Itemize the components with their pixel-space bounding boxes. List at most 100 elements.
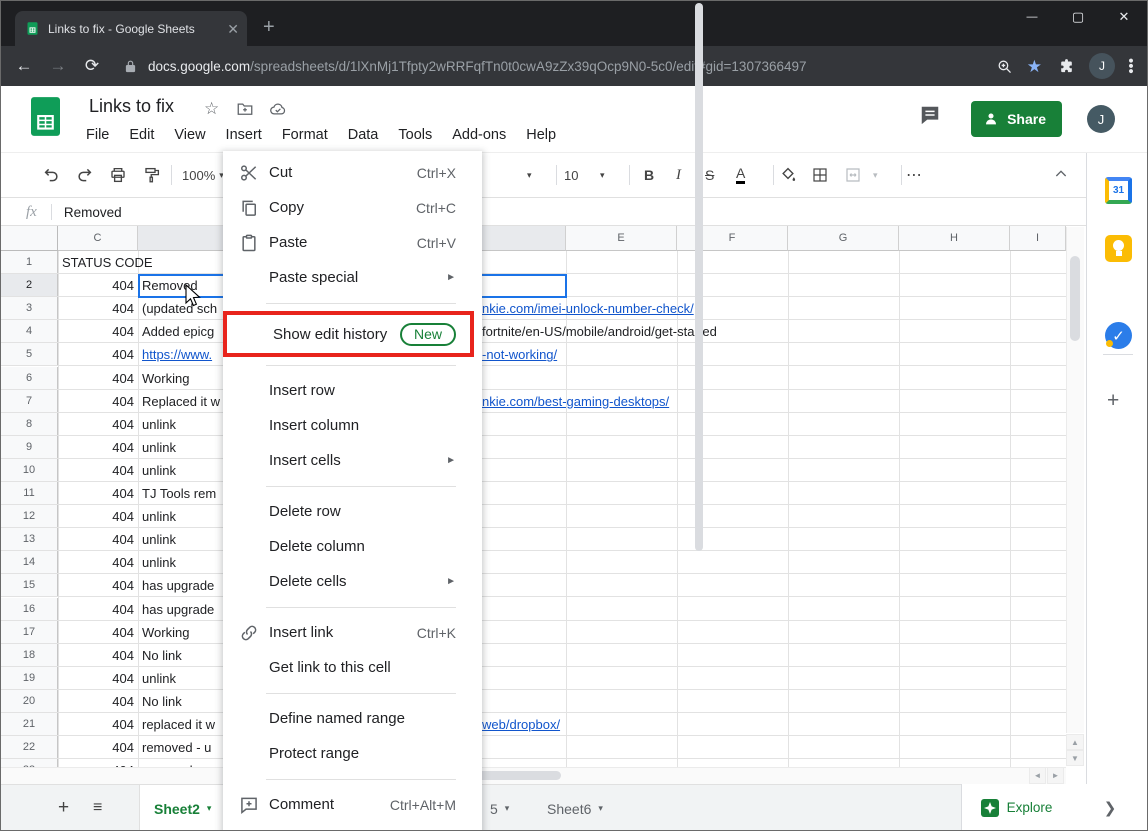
menu-item-insert-column[interactable]: Insert column [223,408,482,443]
row-header-2[interactable]: 2 [1,274,58,296]
grid-row-3[interactable]: 3404(updated sch nkie.com/imei-unlock-num… [1,297,1066,320]
undo-icon[interactable] [43,166,61,184]
row-header-19[interactable]: 19 [1,667,58,689]
grid-row-7[interactable]: 7404Replaced it wnkie.com/best-gaming-de… [1,390,1066,413]
column-header-E[interactable]: E [566,226,677,251]
italic-button[interactable]: I [676,167,681,184]
row-header-15[interactable]: 15 [1,574,58,596]
extensions-puzzle-icon[interactable] [1058,58,1075,75]
menu-item-copy[interactable]: CopyCtrl+C [223,190,482,225]
cell-D19[interactable]: unlink [142,667,176,689]
grid-row-22[interactable]: 22404removed - u [1,736,1066,759]
sheets-logo[interactable] [31,97,60,136]
paint-format-icon[interactable] [143,166,161,184]
column-header-G[interactable]: G [788,226,899,251]
cell-D21[interactable]: replaced it w [142,713,215,735]
cell-D21-overflow[interactable]: web/dropbox/ [482,713,560,735]
menubar-item-help[interactable]: Help [526,127,556,143]
share-button[interactable]: Share [971,101,1062,137]
cell-C13[interactable]: 404 [58,528,138,550]
sheet-tab-partial[interactable]: 5 ▾ [476,785,523,831]
cell-D17[interactable]: Working [142,621,189,643]
merge-cells-icon[interactable] [844,166,862,184]
cell-C20[interactable]: 404 [58,690,138,712]
vertical-scrollbar-thumb[interactable] [1070,256,1080,341]
strikethrough-button[interactable]: S [705,167,714,183]
cell-C15[interactable]: 404 [58,574,138,596]
row-header-6[interactable]: 6 [1,367,58,389]
menubar-item-edit[interactable]: Edit [129,127,154,143]
cell-C21[interactable]: 404 [58,713,138,735]
column-header-H[interactable]: H [899,226,1010,251]
zoom-page-icon[interactable] [996,58,1013,75]
cell-D14[interactable]: unlink [142,551,176,573]
add-addon-icon[interactable]: + [1107,389,1119,413]
redo-icon[interactable] [75,166,93,184]
row-header-1[interactable]: 1 [1,251,58,273]
menu-item-get-link-to-this-cell[interactable]: Get link to this cell [223,650,482,685]
explore-button[interactable]: Explore [961,784,1071,831]
menu-item-paste[interactable]: PasteCtrl+V [223,225,482,260]
cell-C3[interactable]: 404 [58,297,138,319]
cell-D20[interactable]: No link [142,690,182,712]
context-menu-scrollbar[interactable] [695,3,703,551]
menu-item-insert-link[interactable]: Insert linkCtrl+K [223,615,482,650]
cell-C1[interactable]: STATUS CODE [58,251,157,273]
grid-row-12[interactable]: 12404unlink [1,505,1066,528]
row-header-17[interactable]: 17 [1,621,58,643]
row-header-9[interactable]: 9 [1,436,58,458]
browser-tab[interactable]: Links to fix - Google Sheets ✕ [15,11,247,46]
row-header-3[interactable]: 3 [1,297,58,319]
cell-D23[interactable]: removed - u [142,759,211,767]
grid-row-16[interactable]: 16404has upgrade [1,598,1066,621]
grid-row-13[interactable]: 13404unlink [1,528,1066,551]
row-header-20[interactable]: 20 [1,690,58,712]
row-header-21[interactable]: 21 [1,713,58,735]
menu-item-delete-column[interactable]: Delete column [223,529,482,564]
new-tab-button[interactable]: + [263,17,275,37]
text-color-button[interactable]: A [736,166,745,184]
cell-D3-overflow[interactable]: nkie.com/imei-unlock-number-check/ [482,297,694,319]
menu-item-delete-row[interactable]: Delete row [223,494,482,529]
grid-row-19[interactable]: 19404unlink [1,667,1066,690]
cell-D12[interactable]: unlink [142,505,176,527]
cell-D4[interactable]: Added epicg [142,320,214,342]
cell-D18[interactable]: No link [142,644,182,666]
cell-C19[interactable]: 404 [58,667,138,689]
cell-D9[interactable]: unlink [142,436,176,458]
row-header-14[interactable]: 14 [1,551,58,573]
print-icon[interactable] [109,166,127,184]
formula-value[interactable]: Removed [64,205,122,220]
menubar-item-file[interactable]: File [86,127,109,143]
cell-D4-overflow[interactable]: fortnite/en-US/mobile/android/get-starte… [482,320,717,342]
star-document-icon[interactable]: ☆ [204,99,219,119]
grid-row-11[interactable]: 11404TJ Tools rem [1,482,1066,505]
browser-menu-icon[interactable]: ••• [1127,58,1133,74]
cell-D3[interactable]: (updated sch [142,297,217,319]
scroll-down-icon[interactable]: ▼ [1066,750,1084,766]
row-header-10[interactable]: 10 [1,459,58,481]
menu-item-delete-cells[interactable]: Delete cells► [223,564,482,599]
menu-item-protect-range[interactable]: Protect range [223,736,482,771]
cell-C9[interactable]: 404 [58,436,138,458]
forward-button[interactable]: → [49,57,67,75]
row-header-12[interactable]: 12 [1,505,58,527]
grid-row-5[interactable]: 5404https://www.-not-working/ [1,343,1066,366]
menu-item-paste-special[interactable]: Paste special► [223,260,482,295]
bookmark-star-icon[interactable]: ★ [1027,58,1042,75]
row-header-5[interactable]: 5 [1,343,58,365]
comment-history-icon[interactable] [919,104,941,126]
tasks-icon[interactable]: ✓ [1105,322,1132,349]
account-avatar[interactable]: J [1087,105,1115,133]
menubar-item-format[interactable]: Format [282,127,328,143]
close-button[interactable]: ✕ [1101,1,1147,33]
expand-right-icon[interactable]: ❯ [1071,784,1148,831]
cell-C2[interactable]: 404 [58,274,138,296]
scroll-up-icon[interactable]: ▲ [1066,734,1084,750]
grid-row-20[interactable]: 20404No link [1,690,1066,713]
menubar-item-data[interactable]: Data [348,127,379,143]
cell-D6[interactable]: Working [142,367,189,389]
scroll-left-icon[interactable]: ◄ [1029,767,1046,784]
reload-button[interactable]: ⟳ [83,57,101,75]
select-all-corner[interactable] [1,226,58,251]
